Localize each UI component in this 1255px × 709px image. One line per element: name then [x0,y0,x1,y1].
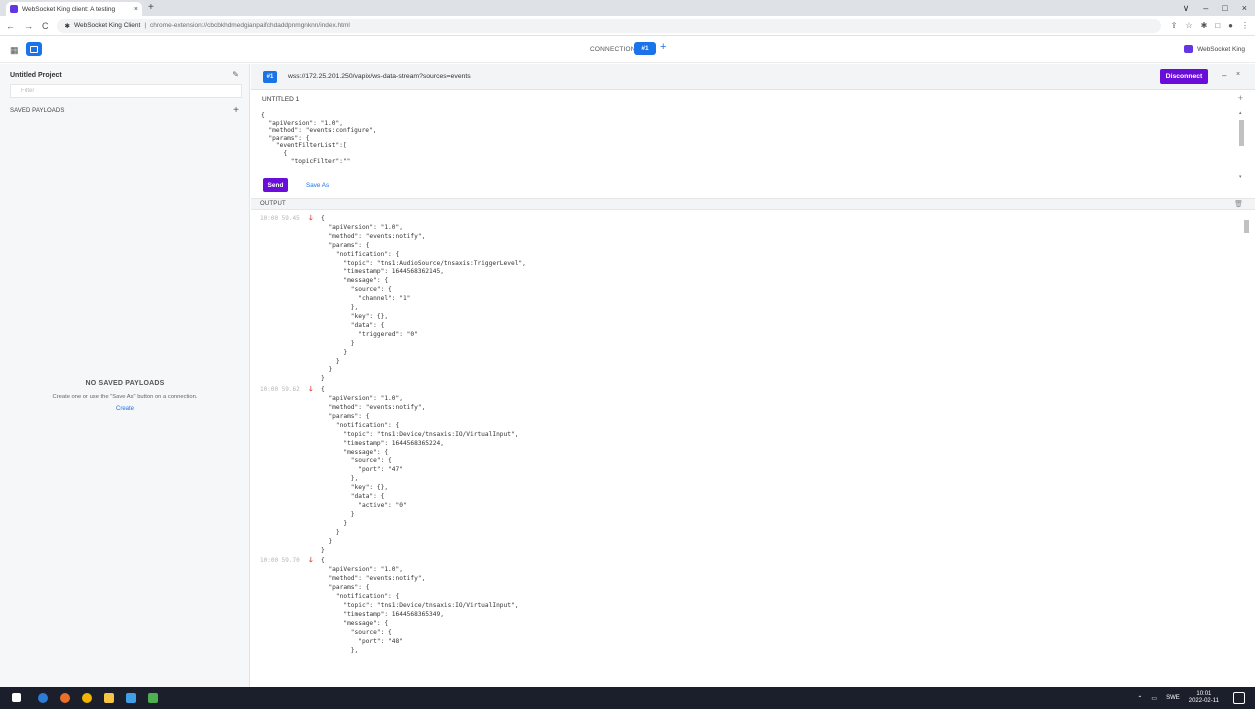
incoming-arrow-icon: 🡓 [309,557,313,565]
empty-state-title: NO SAVED PAYLOADS [85,380,165,387]
incoming-arrow-icon: 🡓 [309,386,313,394]
address-separator: | [144,22,147,29]
output-message: 10:00 59.62 🡓 { "apiVersion": "1.0", "me… [251,386,1241,555]
address-bar[interactable]: ✱ WebSocket King Client | chrome-extensi… [56,18,1161,33]
minimize-connection-icon[interactable]: – [1222,71,1226,80]
new-tab-button[interactable]: + [148,2,154,14]
notepad-icon[interactable] [148,693,158,703]
side-panel-icon[interactable]: □ [1215,21,1220,30]
firefox-icon[interactable] [60,693,70,703]
output-title: OUTPUT [260,201,286,207]
notifications-icon[interactable] [1233,692,1245,704]
save-as-button[interactable]: Save As [306,182,329,189]
clock-time: 10:01 [1196,691,1212,697]
incoming-arrow-icon: 🡓 [309,215,313,222]
connection-number-badge: #1 [263,71,277,83]
disconnect-button[interactable]: Disconnect [1160,69,1208,84]
project-title: Untitled Project [10,72,62,79]
address-url: chrome-extension://cbcbkhdmedgianpaifchd… [150,22,350,29]
message-body: { "apiVersion": "1.0", "method": "events… [321,557,519,654]
empty-state: NO SAVED PAYLOADS Create one or use the … [0,380,250,412]
app-icon[interactable] [126,693,136,703]
create-payload-link[interactable]: Create [116,406,134,412]
message-timestamp: 10:00 59.62 [260,386,300,394]
taskbar-clock[interactable]: 10:01 2022-02-11 [1189,691,1219,705]
tab-title: WebSocket King client: A testing [22,5,116,13]
network-icon[interactable]: ▭ [1151,695,1157,702]
nav-buttons: ← → C [6,21,49,31]
tray-overflow-icon[interactable]: ⌃ [1137,695,1142,702]
toggle-sidebar-icon[interactable] [26,42,42,56]
extensions-icon[interactable]: ✱ [1201,21,1208,30]
tab-close-icon[interactable]: × [134,6,138,13]
message-body: { "apiVersion": "1.0", "method": "events… [321,386,519,554]
connection-bar: #1 wss://172.25.201.250/vapix/ws-data-st… [251,64,1255,90]
browser-toolbar: ← → C ✱ WebSocket King Client | chrome-e… [0,16,1255,36]
forward-icon[interactable]: → [24,21,33,31]
close-connection-icon[interactable]: × [1236,71,1240,78]
sidebar: Untitled Project ✎ SAVED PAYLOADS + NO S… [0,64,250,687]
main-panel: #1 wss://172.25.201.250/vapix/ws-data-st… [251,64,1255,687]
share-icon[interactable]: ⇪ [1171,21,1178,30]
edit-project-icon[interactable]: ✎ [232,70,239,79]
output-message: 10:00 59.70 🡓 { "apiVersion": "1.0", "me… [251,557,1241,655]
reload-icon[interactable]: C [42,21,49,31]
tab-search-icon[interactable]: ∨ [1183,2,1190,14]
saved-payloads-title: SAVED PAYLOADS [10,108,65,114]
extension-icon: ✱ [64,22,70,30]
minimize-window-button[interactable]: – [1203,2,1208,14]
window-controls: ∨ – □ × [1183,2,1247,14]
message-body: { "apiVersion": "1.0", "method": "events… [321,215,526,383]
connections-label: CONNECTIONS [590,46,641,53]
payload-name[interactable]: UNTITLED 1 [262,96,299,103]
apps-grid-icon[interactable]: ▦ [10,45,19,56]
add-saved-payload-button[interactable]: + [233,105,239,116]
output-log[interactable]: 10:00 59.45 🡓 { "apiVersion": "1.0", "me… [251,210,1241,687]
chrome-icon[interactable] [82,693,92,703]
payload-code-editor[interactable]: { "apiVersion": "1.0", "method": "events… [261,112,1231,172]
filter-input[interactable] [10,84,242,98]
websocket-king-logo-icon [1184,45,1194,53]
toolbar-actions: ⇪ ☆ ✱ □ ● ⋮ [1171,21,1249,30]
message-timestamp: 10:00 59.45 [260,215,300,222]
output-message: 10:00 59.45 🡓 { "apiVersion": "1.0", "me… [251,215,1241,384]
maximize-window-button[interactable]: □ [1222,2,1227,14]
back-icon[interactable]: ← [6,21,15,31]
app-header: ▦ CONNECTIONS #1 + WebSocket King [0,37,1255,63]
browser-tabstrip: WebSocket King client: A testing × + ∨ –… [0,0,1255,16]
output-scrollbar[interactable] [1242,210,1251,687]
add-payload-icon[interactable]: + [1238,93,1243,103]
address-page-title: WebSocket King Client [73,22,141,29]
file-explorer-icon[interactable] [104,693,114,703]
send-button[interactable]: Send [263,178,288,192]
empty-state-description: Create one or use the "Save As" button o… [52,394,198,400]
clear-output-trash-icon[interactable]: 🗑 [1234,200,1243,208]
brand[interactable]: WebSocket King [1184,45,1245,53]
menu-kebab-icon[interactable]: ⋮ [1241,21,1249,30]
system-tray: ⌃ ▭ SWE 10:01 2022-02-11 [1137,691,1219,705]
add-connection-button[interactable]: + [660,41,666,53]
message-timestamp: 10:00 59.70 [260,557,300,565]
edge-browser-icon[interactable] [38,693,48,703]
connection-tab-1[interactable]: #1 [634,42,656,55]
scroll-down-icon[interactable]: ▾ [1239,174,1242,180]
editor-scrollbar[interactable]: ▴ ▾ [1238,110,1245,180]
language-indicator[interactable]: SWE [1166,695,1180,701]
close-window-button[interactable]: × [1242,2,1247,14]
output-scroll-thumb[interactable] [1244,220,1249,233]
os-taskbar: ⌃ ▭ SWE 10:01 2022-02-11 [0,687,1255,709]
bookmark-star-icon[interactable]: ☆ [1185,21,1192,30]
output-header: OUTPUT 🗑 [251,198,1255,210]
windows-start-icon[interactable] [12,693,21,702]
browser-tab[interactable]: WebSocket King client: A testing × [6,2,142,16]
profile-avatar-icon[interactable]: ● [1228,21,1233,30]
payload-editor: UNTITLED 1 + { "apiVersion": "1.0", "met… [251,90,1255,198]
editor-scroll-thumb[interactable] [1239,120,1244,146]
scroll-up-icon[interactable]: ▴ [1239,110,1242,116]
websocket-king-favicon-icon [10,5,18,13]
brand-name: WebSocket King [1197,45,1245,53]
clock-date: 2022-02-11 [1188,698,1219,704]
websocket-url-input[interactable]: wss://172.25.201.250/vapix/ws-data-strea… [288,73,471,80]
